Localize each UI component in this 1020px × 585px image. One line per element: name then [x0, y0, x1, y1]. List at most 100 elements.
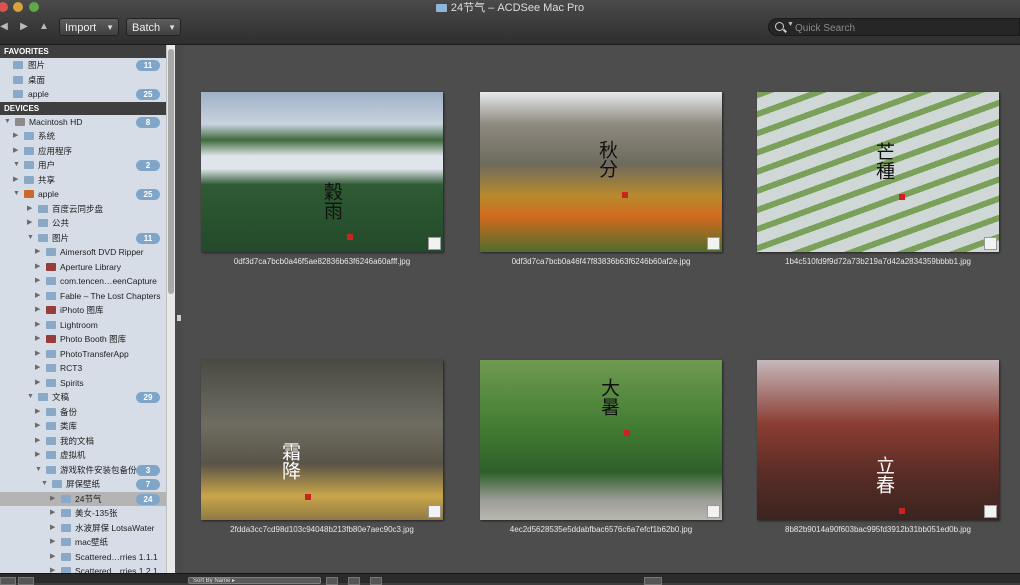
favorite-item[interactable]: apple 25: [0, 87, 166, 102]
sidebar-tree-item[interactable]: ▶ 共享: [0, 173, 166, 188]
thumbnail-item[interactable]: 秋分 0df3d7ca7bcb0a46f47f83836b63f6246b60af…: [480, 92, 722, 266]
disclosure-closed-icon[interactable]: ▶: [35, 245, 40, 260]
sidebar-tree-item[interactable]: ▼ Macintosh HD 8: [0, 115, 166, 130]
select-checkbox[interactable]: [707, 237, 720, 250]
quick-search[interactable]: ▼: [768, 18, 1020, 36]
disclosure-open-icon[interactable]: ▼: [27, 390, 34, 405]
sidebar-tree-item[interactable]: ▶ mac壁纸: [0, 535, 166, 550]
favorite-item[interactable]: 桌面: [0, 73, 166, 88]
sidebar-tree-item[interactable]: ▶ com.tencen…eenCapture: [0, 274, 166, 289]
disclosure-open-icon[interactable]: ▼: [13, 158, 20, 173]
sidebar-tree-item[interactable]: ▶ Spirits: [0, 376, 166, 391]
thumbnail-image[interactable]: 秋分: [480, 92, 722, 252]
select-checkbox[interactable]: [984, 237, 997, 250]
sidebar-tree-item[interactable]: ▼ 游戏软件安装包备份 3: [0, 463, 166, 478]
sidebar-tree-item[interactable]: ▼ apple 25: [0, 187, 166, 202]
thumbnail-image[interactable]: 大暑: [480, 360, 722, 520]
disclosure-closed-icon[interactable]: ▶: [35, 376, 40, 391]
view-mode-button[interactable]: [326, 577, 338, 585]
sidebar-tree-item[interactable]: ▶ 虚拟机: [0, 448, 166, 463]
sidebar-tree-item[interactable]: ▶ 24节气 24: [0, 491, 166, 507]
sort-select[interactable]: Sort By Name ▸: [188, 577, 321, 584]
thumbnail-image[interactable]: 芒種: [757, 92, 999, 252]
import-button[interactable]: Import ▼: [59, 18, 119, 36]
disclosure-closed-icon[interactable]: ▶: [50, 492, 55, 507]
select-checkbox[interactable]: [984, 505, 997, 518]
back-button[interactable]: ◀: [0, 19, 12, 35]
disclosure-closed-icon[interactable]: ▶: [35, 434, 40, 449]
disclosure-closed-icon[interactable]: ▶: [35, 405, 40, 420]
view-mode-button[interactable]: [348, 577, 360, 585]
thumbnail-image[interactable]: 立春: [757, 360, 999, 520]
disclosure-closed-icon[interactable]: ▶: [27, 202, 32, 217]
sidebar-tree-item[interactable]: ▶ Aimersoft DVD Ripper: [0, 245, 166, 260]
sidebar-tree-item[interactable]: ▶ 美女-135张: [0, 506, 166, 521]
thumbnail-size-icon[interactable]: [644, 577, 662, 585]
remove-folder-button[interactable]: [18, 577, 34, 585]
disclosure-closed-icon[interactable]: ▶: [35, 289, 40, 304]
sidebar-tree-item[interactable]: ▼ 用户 2: [0, 158, 166, 173]
sidebar-tree-item[interactable]: ▼ 屏保壁纸 7: [0, 477, 166, 492]
thumbnail-item[interactable]: 芒種 1b4c510fd9f9d72a73b219a7d42a2834359bbb…: [757, 92, 999, 266]
disclosure-closed-icon[interactable]: ▶: [13, 129, 18, 144]
disclosure-open-icon[interactable]: ▼: [41, 477, 48, 492]
thumbnail-item[interactable]: 霜降 2fdda3cc7cd98d103c94048b213fb80e7aec90…: [201, 360, 443, 534]
sidebar-tree-item[interactable]: ▶ iPhoto 图库: [0, 303, 166, 318]
sidebar-tree-item[interactable]: ▶ 应用程序: [0, 144, 166, 159]
disclosure-open-icon[interactable]: ▼: [13, 187, 20, 202]
disclosure-closed-icon[interactable]: ▶: [35, 419, 40, 434]
sidebar-tree-item[interactable]: ▶ 备份: [0, 405, 166, 420]
disclosure-open-icon[interactable]: ▼: [27, 231, 34, 246]
disclosure-closed-icon[interactable]: ▶: [35, 448, 40, 463]
sidebar-tree-item[interactable]: ▶ Photo Booth 图库: [0, 332, 166, 347]
select-checkbox[interactable]: [428, 237, 441, 250]
sidebar-tree-item[interactable]: ▶ Fable – The Lost Chapters: [0, 289, 166, 304]
sidebar-tree-item[interactable]: ▶ 系统: [0, 129, 166, 144]
disclosure-closed-icon[interactable]: ▶: [50, 564, 55, 573]
disclosure-closed-icon[interactable]: ▶: [35, 332, 40, 347]
search-input[interactable]: [793, 20, 997, 36]
favorite-item[interactable]: 图片 11: [0, 58, 166, 73]
sidebar-tree-item[interactable]: ▶ RCT3: [0, 361, 166, 376]
disclosure-closed-icon[interactable]: ▶: [27, 216, 32, 231]
sidebar-tree-item[interactable]: ▶ 类库: [0, 419, 166, 434]
up-button[interactable]: ▲: [36, 19, 52, 35]
disclosure-closed-icon[interactable]: ▶: [50, 521, 55, 536]
add-folder-button[interactable]: [0, 577, 16, 585]
thumbnail-item[interactable]: 穀雨 0df3d7ca7bcb0a46f5ae82836b63f6246a60af…: [201, 92, 443, 266]
disclosure-closed-icon[interactable]: ▶: [13, 144, 18, 159]
disclosure-closed-icon[interactable]: ▶: [35, 347, 40, 362]
sidebar-tree-item[interactable]: ▼ 文稿 29: [0, 390, 166, 405]
sidebar-tree-item[interactable]: ▶ Aperture Library: [0, 260, 166, 275]
disclosure-closed-icon[interactable]: ▶: [50, 506, 55, 521]
disclosure-closed-icon[interactable]: ▶: [35, 318, 40, 333]
sidebar-tree-item[interactable]: ▶ 百度云同步盘: [0, 202, 166, 217]
sidebar-tree-item[interactable]: ▶ Scattered…rries 1.2.1: [0, 564, 166, 573]
sidebar-scrollbar[interactable]: [166, 45, 175, 573]
thumbnail-item[interactable]: 大暑 4ec2d5628535e5ddabfbac6576c6a7efcf1b62…: [480, 360, 722, 534]
batch-button[interactable]: Batch ▼: [126, 18, 181, 36]
disclosure-open-icon[interactable]: ▼: [4, 115, 11, 130]
disclosure-closed-icon[interactable]: ▶: [35, 303, 40, 318]
sidebar-tree-item[interactable]: ▶ PhotoTransferApp: [0, 347, 166, 362]
disclosure-closed-icon[interactable]: ▶: [50, 535, 55, 550]
disclosure-closed-icon[interactable]: ▶: [13, 173, 18, 188]
thumbnail-image[interactable]: 霜降: [201, 360, 443, 520]
sidebar-tree-item[interactable]: ▶ 公共: [0, 216, 166, 231]
sidebar-tree-item[interactable]: ▼ 图片 11: [0, 231, 166, 246]
sidebar-tree-item[interactable]: ▶ Scattered…rries 1.1.1: [0, 550, 166, 565]
select-checkbox[interactable]: [707, 505, 720, 518]
select-checkbox[interactable]: [428, 505, 441, 518]
sidebar-tree-item[interactable]: ▶ 我的文档: [0, 434, 166, 449]
scrollbar-thumb[interactable]: [168, 49, 174, 294]
thumbnail-item[interactable]: 立春 8b82b9014a90f603bac995fd3912b31bb051ed…: [757, 360, 999, 534]
sidebar-tree-item[interactable]: ▶ 水波屏保 LotsaWater: [0, 521, 166, 536]
sidebar-tree-item[interactable]: ▶ Lightroom: [0, 318, 166, 333]
view-mode-button[interactable]: [370, 577, 382, 585]
disclosure-closed-icon[interactable]: ▶: [35, 260, 40, 275]
disclosure-closed-icon[interactable]: ▶: [35, 361, 40, 376]
disclosure-closed-icon[interactable]: ▶: [50, 550, 55, 565]
forward-button[interactable]: ▶: [16, 19, 32, 35]
thumbnail-image[interactable]: 穀雨: [201, 92, 443, 252]
disclosure-open-icon[interactable]: ▼: [35, 463, 42, 478]
